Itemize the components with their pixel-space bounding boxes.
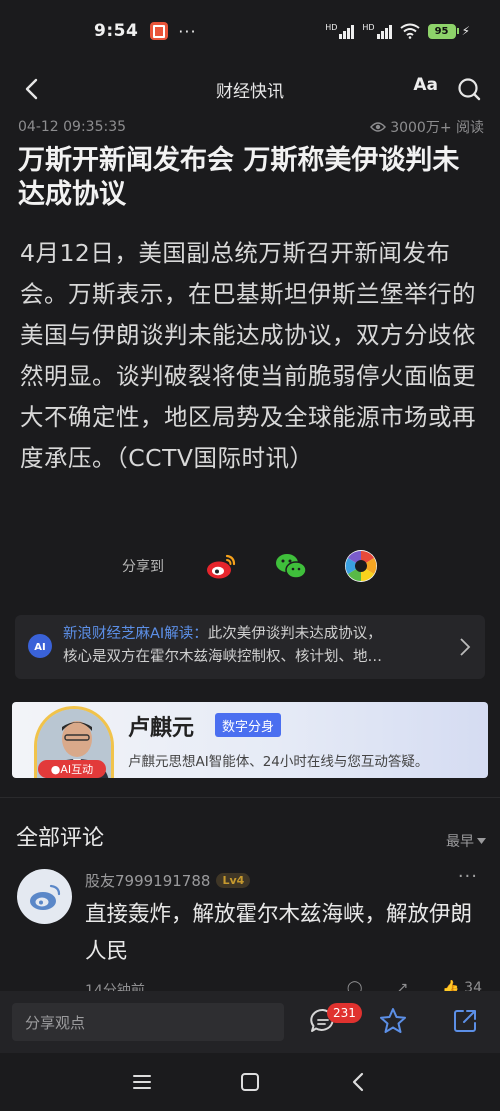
ai-summary-title: 新浪财经芝麻AI解读： [63, 626, 208, 642]
wifi-icon [399, 23, 420, 39]
moments-icon[interactable] [343, 548, 379, 584]
share-icon[interactable] [450, 1006, 480, 1036]
digital-avatar-badge: 数字分身 [215, 713, 282, 737]
ai-summary-card[interactable]: AI 新浪财经芝麻AI解读：此次美伊谈判未达成协议， 核心是双方在霍尔木兹海峡控… [15, 615, 485, 679]
signal-hd-label: HD [325, 23, 338, 32]
commenter-avatar[interactable] [17, 869, 72, 924]
banner-name: 卢麒元 [128, 716, 195, 741]
ai-summary-line2: 核心是双方在霍尔木兹海峡控制权、核计划、地… [63, 649, 382, 665]
bottom-action-bar: 分享观点 231 [0, 991, 500, 1053]
recent-apps-icon[interactable] [129, 1069, 155, 1095]
home-icon[interactable] [237, 1069, 263, 1095]
share-row: 分享到 [0, 544, 500, 588]
comment-input[interactable]: 分享观点 [12, 1003, 284, 1041]
ai-interaction-tag-label: AI互动 [60, 763, 94, 776]
view-count: 3000万+ 阅读 [370, 117, 484, 137]
ai-interaction-tag: ● AI互动 [38, 760, 106, 778]
divider [0, 797, 500, 798]
ai-summary-text: 新浪财经芝麻AI解读：此次美伊谈判未达成协议， 核心是双方在霍尔木兹海峡控制权、… [63, 623, 453, 669]
article-body: 4月12日，美国副总统万斯召开新闻发布会。万斯表示，在巴基斯坦伊斯兰堡举行的美国… [20, 239, 476, 472]
caret-down-icon [477, 838, 486, 844]
article-datetime: 04-12 09:35:35 [18, 119, 127, 135]
chevron-right-icon [460, 638, 471, 656]
ai-logo-icon: AI [28, 634, 52, 658]
weibo-avatar-icon [29, 884, 60, 910]
share-label: 分享到 [122, 559, 164, 575]
comment-count-badge: 231 [327, 1003, 362, 1023]
page-title: 财经快讯 [216, 81, 284, 102]
system-nav-bar [0, 1053, 500, 1111]
banner-description: 卢麒元思想AI智能体、24小时在线与您互动答疑。 [128, 754, 429, 770]
comments-title: 全部评论 [16, 826, 105, 851]
article-meta: 04-12 09:35:35 3000万+ 阅读 [18, 116, 484, 138]
eye-icon [370, 122, 387, 132]
comment-text: 直接轰炸，解放霍尔木兹海峡，解放伊朗人民 [85, 902, 473, 964]
more-notifications-icon: ··· [178, 21, 197, 41]
favorite-star-icon[interactable] [378, 1006, 408, 1036]
status-time: 9:54 [94, 21, 139, 41]
battery-icon: 95 ⚡ [427, 23, 470, 39]
ai-summary-line1: 此次美伊谈判未达成协议， [207, 626, 382, 642]
view-count-label: 3000万+ 阅读 [390, 120, 484, 136]
status-icons: HD HD 95 ⚡ [325, 23, 470, 39]
ai-logo-text: AI [34, 642, 45, 653]
weibo-icon[interactable] [203, 548, 239, 584]
commenter-info: 股友7999191788 Lv4 [85, 870, 251, 891]
charging-icon: ⚡ [461, 24, 470, 38]
commenter-name[interactable]: 股友7999191788 [85, 870, 210, 891]
more-options-icon[interactable]: ··· [458, 866, 478, 887]
signal-hd-label: HD [362, 23, 375, 32]
font-size-button[interactable]: Aa [413, 75, 438, 95]
sort-label: 最早 [446, 834, 474, 850]
signal-icon-2: HD [362, 23, 392, 39]
back-icon[interactable] [18, 74, 48, 104]
status-bar: 9:54 ··· HD HD 95 ⚡ [0, 0, 500, 62]
sort-select[interactable]: 最早 [446, 831, 486, 851]
article-headline: 万斯开新闻发布会 万斯称美伊谈判未达成协议 [18, 145, 460, 210]
nav-bar: 财经快讯 Aa [0, 62, 500, 116]
back-nav-icon[interactable] [345, 1069, 371, 1095]
digital-avatar-banner[interactable]: ● AI互动 卢麒元 数字分身 卢麒元思想AI智能体、24小时在线与您互动答疑。 [12, 702, 488, 778]
notification-app-icon [150, 22, 169, 40]
wechat-icon[interactable] [273, 548, 309, 584]
signal-icon-1: HD [325, 23, 355, 39]
battery-level: 95 [427, 23, 456, 39]
search-icon[interactable] [454, 74, 484, 104]
level-badge: Lv4 [216, 873, 251, 888]
